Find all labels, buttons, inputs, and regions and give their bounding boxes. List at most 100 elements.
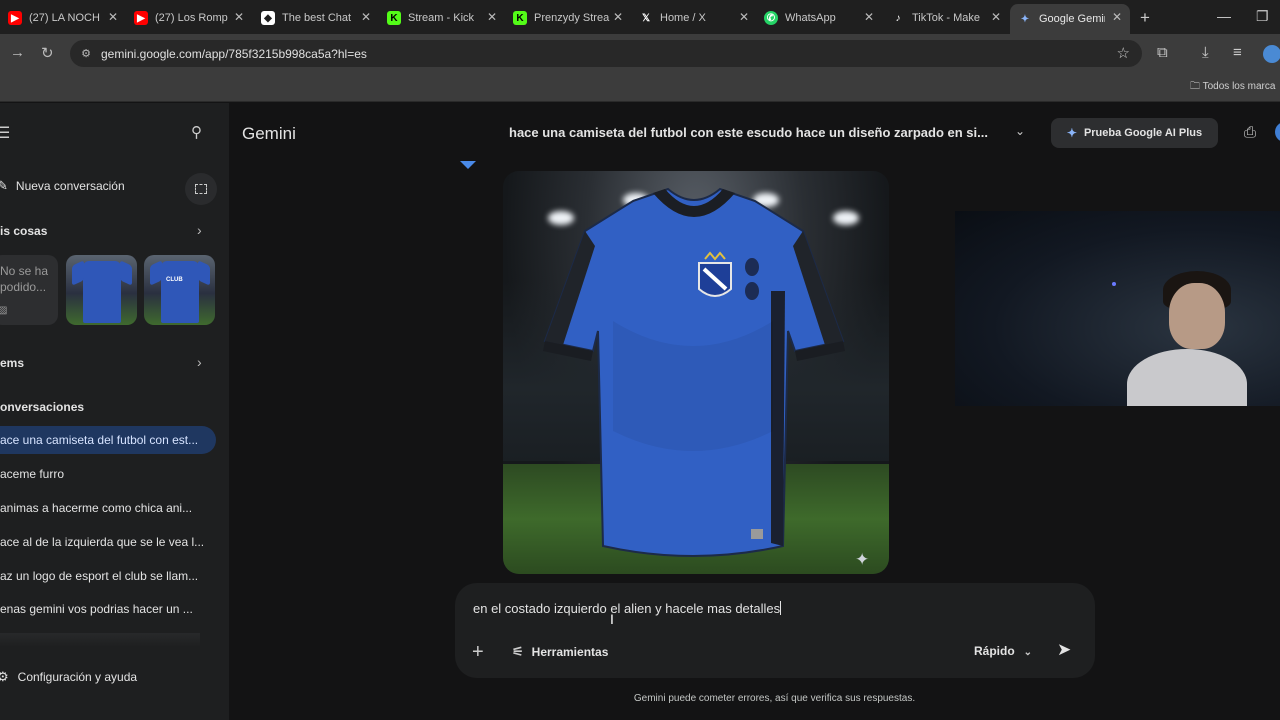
my-stuff-header[interactable]: is cosas (0, 224, 47, 238)
sparkle-icon: ✦ (855, 550, 870, 569)
tab-kick-stream[interactable]: K Stream - Kick ✕ (387, 4, 505, 32)
address-bar-area: → ↻ ⚙ gemini.google.com/app/785f3215b998… (0, 34, 1280, 72)
minimize-icon[interactable]: — (1217, 8, 1231, 24)
new-chat-button[interactable]: ✎ Nueva conversación (0, 178, 125, 194)
x-icon: 𝕏 (641, 12, 651, 24)
mode-label: Rápido (974, 644, 1015, 658)
restore-icon[interactable]: ❐ (1256, 8, 1269, 25)
youtube-icon: ▶ (8, 11, 22, 25)
broken-image-icon: ▨ (0, 305, 8, 316)
account-avatar[interactable] (1275, 122, 1280, 142)
chevron-down-icon: ⌄ (1023, 647, 1033, 658)
tab-prenzydy[interactable]: K Prenzydy Strea ✕ (513, 4, 631, 32)
kick-icon: K (513, 11, 527, 25)
add-icon[interactable]: + (472, 641, 484, 664)
chevron-down-icon[interactable]: ⌄ (1015, 124, 1025, 138)
tab-label: Prenzydy Strea (534, 12, 610, 24)
tab-label: Stream - Kick (408, 12, 475, 24)
close-icon[interactable]: ✕ (487, 10, 497, 24)
gems-header[interactable]: ems (0, 356, 24, 370)
tab-whatsapp[interactable]: ✆ WhatsApp ✕ (764, 4, 882, 32)
bookmarks-folder-label: Todos los marca (1202, 81, 1276, 92)
conversation-item[interactable]: az un logo de esport el club se llam... (0, 562, 216, 590)
prompt-input[interactable]: en el costado izquierdo el alien y hacel… (473, 601, 782, 616)
download-icon[interactable]: ⤓ (1202, 44, 1209, 61)
upgrade-label: Prueba Google AI Plus (1083, 127, 1203, 139)
edit-icon: ✎ (0, 178, 8, 193)
upgrade-button[interactable]: ✦ Prueba Google AI Plus (1051, 118, 1218, 148)
close-icon[interactable]: ✕ (864, 10, 874, 24)
bookmark-star-icon[interactable]: ☆ (1117, 44, 1130, 62)
person-body (1127, 349, 1247, 406)
tab-strip: ▶ (27) LA NOCH ✕ ▶ (27) Los Romp ✕ ◆ The… (0, 0, 1280, 34)
conversation-item[interactable]: aceme furro (0, 460, 216, 488)
prompt-box[interactable]: en el costado izquierdo el alien y hacel… (455, 583, 1095, 678)
temporary-chat-icon (195, 184, 207, 194)
model-mode-select[interactable]: Rápido ⌄ (974, 644, 1032, 658)
close-icon[interactable]: ✕ (361, 10, 371, 24)
close-icon[interactable]: ✕ (991, 10, 1001, 24)
bookmarks-folder[interactable]: 🗀 Todos los marca (1190, 79, 1275, 96)
media-placeholder[interactable]: No se ha podido... ▨ (0, 255, 58, 325)
conversation-item[interactable]: enas gemini vos podrias hacer un ... (0, 595, 216, 623)
sidebar: ☰ ⚲ ✎ Nueva conversación is cosas › No s… (0, 103, 229, 720)
profile-avatar[interactable] (1263, 45, 1280, 63)
app-brand[interactable]: Gemini (242, 124, 296, 144)
webcam-overlay (955, 211, 1280, 406)
tab-label: TikTok - Make (912, 12, 981, 24)
tab-la-noche[interactable]: ▶ (27) LA NOCH ✕ (8, 4, 126, 32)
menu-icon[interactable]: ☰ (0, 123, 10, 143)
extensions-icon[interactable]: ⧉ (1157, 44, 1168, 61)
close-icon[interactable]: ✕ (739, 10, 749, 24)
chat-icon: ◆ (261, 11, 275, 25)
site-info-icon[interactable]: ⚙ (78, 46, 94, 62)
response-marker-icon (460, 161, 476, 169)
close-icon[interactable]: ✕ (613, 10, 623, 24)
forward-icon[interactable]: → (10, 44, 25, 61)
disclaimer: Gemini puede cometer errores, así que ve… (633, 693, 916, 704)
print-icon[interactable]: ⎙ (1244, 124, 1256, 141)
tab-label: Home / X (660, 12, 706, 24)
youtube-icon: ▶ (134, 11, 148, 25)
generated-image[interactable] (503, 171, 889, 574)
list-fade (0, 633, 200, 647)
reload-icon[interactable]: ↻ (41, 44, 54, 62)
omnibox[interactable]: ⚙ gemini.google.com/app/785f3215b998ca5a… (70, 40, 1142, 67)
conversations-header: onversaciones (0, 400, 85, 414)
tab-label: (27) LA NOCH (29, 12, 100, 24)
chevron-right-icon[interactable]: › (197, 222, 202, 238)
gemini-icon: ✦ (1020, 13, 1030, 25)
search-icon[interactable]: ⚲ (191, 123, 202, 141)
media-icon[interactable]: ≡ (1233, 44, 1242, 61)
send-icon[interactable]: ➤ (1057, 640, 1071, 660)
tab-label: The best Chat (282, 12, 352, 24)
text-cursor-icon: I (610, 611, 614, 627)
tools-button[interactable]: ⚟ Herramientas (512, 644, 608, 660)
conversation-item[interactable]: animas a hacerme como chica ani... (0, 494, 216, 522)
jersey-thumbnail[interactable]: CLUB (144, 255, 215, 325)
tab-chat[interactable]: ◆ The best Chat ✕ (261, 4, 379, 32)
jersey-thumbnail[interactable] (66, 255, 137, 325)
tab-tiktok[interactable]: ♪ TikTok - Make ✕ (891, 4, 1009, 32)
tab-label: Google Gemin (1039, 13, 1105, 25)
tab-gemini[interactable]: ✦ Google Gemin ✕ (1010, 4, 1130, 34)
close-icon[interactable]: ✕ (234, 10, 244, 24)
jersey-illustration (543, 187, 845, 557)
conversation-title[interactable]: hace una camiseta del futbol con este es… (509, 125, 988, 140)
person-face (1169, 283, 1225, 349)
kick-icon: K (387, 11, 401, 25)
tab-x-home[interactable]: 𝕏 Home / X ✕ (639, 4, 757, 32)
close-icon[interactable]: ✕ (1112, 10, 1122, 24)
close-icon[interactable]: ✕ (108, 10, 118, 24)
new-tab-icon[interactable]: + (1140, 8, 1150, 28)
settings-button[interactable]: ⚙ Configuración y ayuda (0, 669, 137, 685)
chevron-right-icon[interactable]: › (197, 354, 202, 370)
text-caret (780, 601, 782, 615)
conversation-item[interactable]: ace al de la izquierda que se le vea l..… (0, 528, 216, 556)
conversation-item[interactable]: ace una camiseta del futbol con est... (0, 426, 216, 454)
tab-los-romp[interactable]: ▶ (27) Los Romp ✕ (134, 4, 252, 32)
tab-label: WhatsApp (785, 12, 836, 24)
url-text[interactable]: gemini.google.com/app/785f3215b998ca5a?h… (101, 47, 367, 61)
whatsapp-icon: ✆ (764, 11, 778, 25)
temporary-chat-button[interactable] (185, 173, 217, 205)
